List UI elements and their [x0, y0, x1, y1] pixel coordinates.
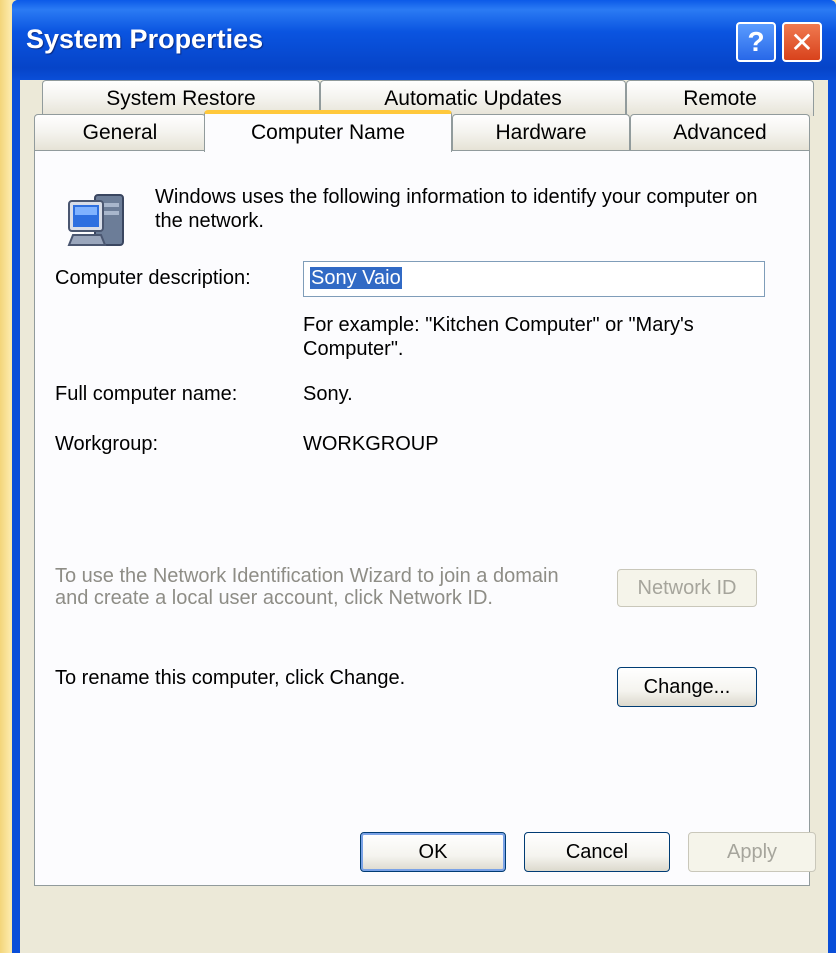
cancel-button[interactable]: Cancel: [524, 832, 670, 872]
computer-name-panel: Windows uses the following information t…: [34, 150, 810, 886]
cancel-label: Cancel: [565, 840, 629, 863]
description-value: Sony Vaio: [310, 267, 402, 289]
apply-label: Apply: [726, 840, 778, 863]
ok-button[interactable]: OK: [360, 832, 506, 872]
description-label: Computer description:: [55, 267, 251, 289]
tab-label: Advanced: [673, 120, 767, 144]
ok-label: OK: [418, 840, 448, 863]
dialog-body: System Restore Automatic Updates Remote …: [20, 80, 828, 953]
help-button[interactable]: ?: [736, 22, 776, 62]
tab-label: Automatic Updates: [384, 86, 562, 110]
computer-description-input[interactable]: Sony Vaio: [303, 261, 765, 297]
tab-label: Computer Name: [250, 121, 406, 144]
full-name-label: Full computer name:: [55, 383, 238, 405]
title-bar[interactable]: System Properties ? ✕: [12, 0, 836, 80]
tab-advanced[interactable]: Advanced: [630, 114, 810, 150]
tab-label: Remote: [683, 86, 757, 110]
tab-computer-name[interactable]: Computer Name: [204, 110, 452, 152]
workgroup-value: WORKGROUP: [303, 433, 439, 455]
example-text: For example: "Kitchen Computer" or "Mary…: [303, 314, 694, 360]
network-id-label: Network ID: [637, 576, 737, 599]
close-button[interactable]: ✕: [782, 22, 822, 62]
change-label: Change...: [643, 675, 731, 698]
apply-button[interactable]: Apply: [688, 832, 816, 872]
help-icon: ?: [747, 26, 765, 57]
close-icon: ✕: [790, 26, 814, 58]
system-properties-window: System Properties ? ✕ System Restore Aut…: [12, 0, 836, 953]
tab-label: System Restore: [106, 86, 256, 110]
computer-network-icon: [67, 194, 124, 246]
tab-hardware[interactable]: Hardware: [452, 114, 630, 150]
full-name-value: Sony.: [303, 383, 353, 405]
intro-text: Windows uses the following information t…: [155, 186, 758, 232]
change-button[interactable]: Change...: [617, 667, 757, 707]
tab-label: Hardware: [495, 120, 587, 144]
workgroup-label: Workgroup:: [55, 433, 159, 455]
window-title: System Properties: [26, 24, 264, 54]
network-wizard-text: To use the Network Identification Wizard…: [55, 565, 559, 609]
network-id-button[interactable]: Network ID: [617, 569, 757, 607]
rename-text: To rename this computer, click Change.: [55, 667, 406, 689]
tab-general[interactable]: General: [34, 114, 206, 150]
tab-remote[interactable]: Remote: [626, 80, 814, 116]
tab-label: General: [82, 120, 158, 144]
